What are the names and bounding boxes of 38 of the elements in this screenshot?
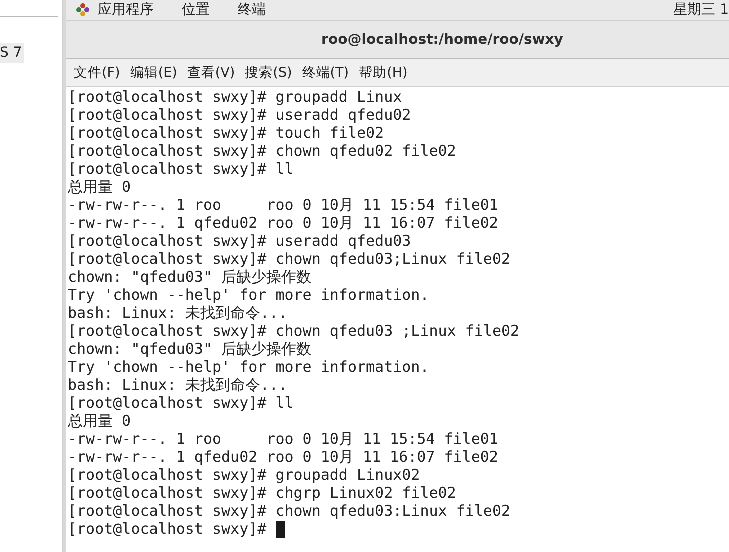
menu-item[interactable]: 搜索(S) [245,64,292,82]
top-menu-item[interactable]: 应用程序 [98,1,154,19]
menu-item[interactable]: 文件(F) [74,64,120,82]
terminal-line: [root@localhost swxy]# touch file02 [68,124,384,142]
logo-icon [76,3,90,17]
terminal-line: -rw-rw-r--. 1 qfedu02 roo 0 10月 11 16:07 file02 [68,448,498,466]
terminal-line: [root@localhost swxy]# chown qfedu03;Linux file02 [68,250,511,268]
terminal-line: chown: "qfedu03" 后缺少操作数 [68,340,312,358]
terminal-line: [root@localhost swxy]# chown qfedu03 ;Linux file02 [68,322,520,340]
side-panel-label: S 7 [0,43,24,63]
terminal-line: [root@localhost swxy]# groupadd Linux02 [68,466,420,484]
top-menu-item[interactable]: 终端 [238,1,266,19]
terminal-line: [root@localhost swxy]# useradd qfedu02 [68,106,412,124]
terminal-line: Try 'chown --help' for more information. [68,358,430,376]
terminal-line: [root@localhost swxy]# useradd qfedu03 [68,232,412,250]
terminal-line: 总用量 0 [68,412,132,430]
menu-item[interactable]: 编辑(E) [130,64,178,82]
terminal-line: [root@localhost swxy]# groupadd Linux [68,88,402,106]
terminal-line: 总用量 0 [68,178,132,196]
terminal-line: [root@localhost swxy]# chgrp Linux02 file02 [68,484,456,502]
terminal-line: Try 'chown --help' for more information. [68,286,430,304]
terminal-line: bash: Linux: 未找到命令... [68,304,288,322]
clock: 星期三 1 [674,1,729,19]
terminal-line: [root@localhost swxy]# [68,520,268,538]
terminal-line: bash: Linux: 未找到命令... [68,376,288,394]
terminal-line: [root@localhost swxy]# ll [68,160,294,178]
window-title: roo@localhost:/home/roo/swxy [322,32,564,48]
terminal-line: -rw-rw-r--. 1 qfedu02 roo 0 10月 11 16:07 file02 [68,214,498,232]
terminal-line: -rw-rw-r--. 1 roo roo 0 10月 11 15:54 file01 [68,196,498,214]
terminal-line: -rw-rw-r--. 1 roo roo 0 10月 11 15:54 file01 [68,430,498,448]
menu-item[interactable]: 终端(T) [302,64,350,82]
menu-item[interactable]: 查看(V) [187,64,236,82]
menu-item[interactable]: 帮助(H) [359,64,408,82]
terminal-line: [root@localhost swxy]# ll [68,394,294,412]
terminal-line: [root@localhost swxy]# chown qfedu03:Linux file02 [68,502,511,520]
terminal-line: chown: "qfedu03" 后缺少操作数 [68,268,312,286]
top-menu-item[interactable]: 位置 [182,1,210,19]
terminal-line: [root@localhost swxy]# chown qfedu02 file02 [68,142,456,160]
